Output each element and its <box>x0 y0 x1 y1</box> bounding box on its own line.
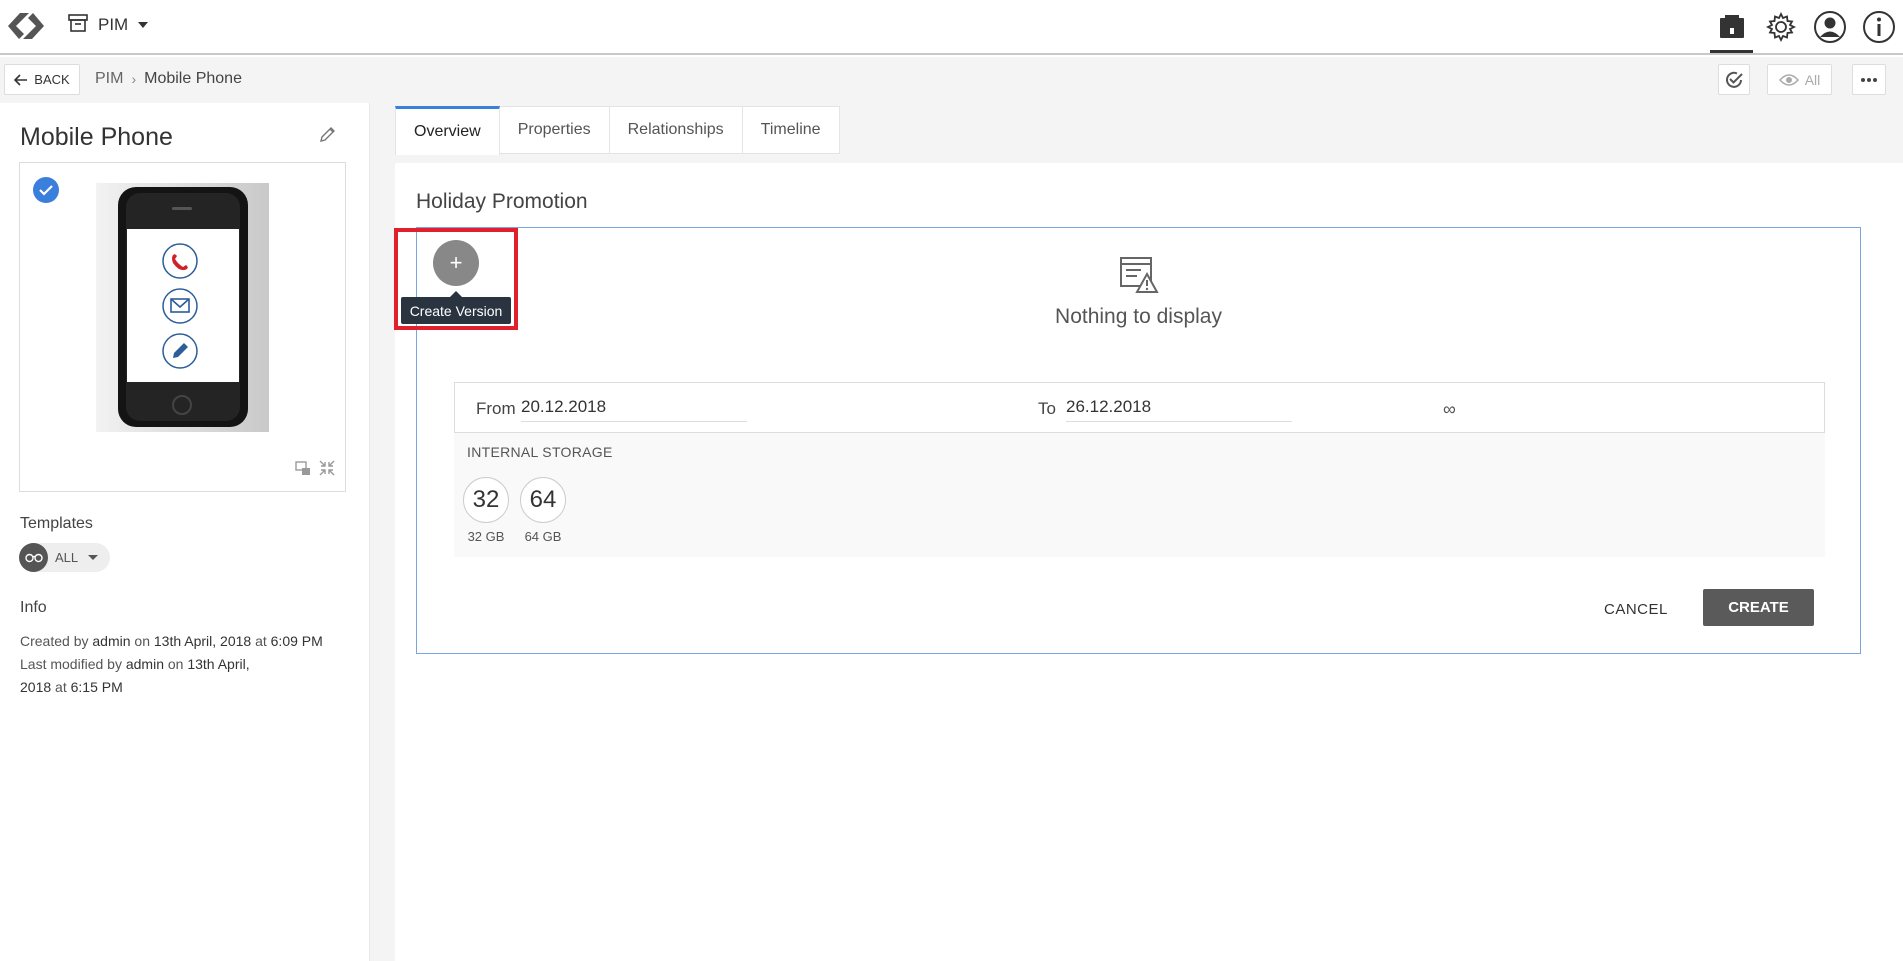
internal-storage-label: INTERNAL STORAGE <box>467 444 613 460</box>
modified-by: admin <box>125 656 164 672</box>
breadcrumb-current: Mobile Phone <box>144 70 242 87</box>
date-range-row: From 20.12.2018 To 26.12.2018 ∞ <box>454 382 1825 433</box>
view-all-label: All <box>1804 71 1821 88</box>
product-image[interactable] <box>96 183 269 432</box>
templates-dropdown[interactable]: ALL <box>19 543 110 572</box>
create-version-button[interactable]: + <box>433 240 479 286</box>
created-line: Created by admin on 13th April, 2018 at … <box>20 630 350 653</box>
back-button[interactable]: BACK <box>4 64 80 95</box>
section-title: Holiday Promotion <box>416 190 588 213</box>
to-label: To <box>1038 399 1056 418</box>
chevron-right-icon: › <box>131 71 137 87</box>
breadcrumb: PIM › Mobile Phone <box>95 70 242 88</box>
arrow-left-icon <box>14 73 28 86</box>
pencil-edit-icon[interactable] <box>319 125 337 148</box>
empty-state: Nothing to display <box>417 256 1860 329</box>
to-date-input[interactable]: 26.12.2018 <box>1066 397 1292 422</box>
link-asset-icon[interactable] <box>295 460 311 481</box>
created-on-word: on <box>134 633 150 649</box>
created-at-word: at <box>255 633 267 649</box>
modified-line: Last modified by admin on 13th April, <box>20 653 350 676</box>
templates-value: ALL <box>55 550 79 565</box>
modified-year: 2018 <box>20 679 52 695</box>
more-dots-icon <box>1861 77 1877 82</box>
from-date-input[interactable]: 20.12.2018 <box>521 397 747 422</box>
user-avatar-icon[interactable] <box>1805 0 1854 53</box>
modified-prefix: Last modified by <box>20 656 122 672</box>
check-badge-button[interactable] <box>1718 64 1750 95</box>
chevron-down-icon <box>138 22 149 28</box>
created-date: 13th April, 2018 <box>153 633 252 649</box>
modified-line-2: 2018 at 6:15 PM <box>20 676 350 699</box>
create-version-tooltip: Create Version <box>401 291 511 324</box>
settings-gear-icon[interactable] <box>1756 0 1805 53</box>
module-label: PIM <box>98 15 129 34</box>
glasses-icon <box>19 543 48 572</box>
plus-icon: + <box>449 250 463 275</box>
eye-icon <box>1778 73 1799 86</box>
image-tools <box>295 460 335 481</box>
modified-time: 6:15 PM <box>70 679 123 695</box>
created-prefix: Created by <box>20 633 89 649</box>
storage-option-32[interactable]: 32 32 GB <box>463 477 509 544</box>
collapse-arrows-icon[interactable] <box>319 460 335 481</box>
modified-at-word: at <box>55 679 67 695</box>
breadcrumb-bar: BACK PIM › Mobile Phone All <box>0 57 1903 103</box>
empty-state-text: Nothing to display <box>1055 305 1222 328</box>
created-time: 6:09 PM <box>270 633 323 649</box>
tab-bar: Overview Properties Relationships Timeli… <box>395 106 840 155</box>
tab-properties[interactable]: Properties <box>499 106 610 154</box>
modified-on-word: on <box>167 656 184 672</box>
created-by: admin <box>92 633 131 649</box>
modified-date: 13th April, <box>187 656 250 672</box>
tab-relationships[interactable]: Relationships <box>609 106 743 154</box>
templates-label: Templates <box>20 515 93 532</box>
tab-overview[interactable]: Overview <box>395 106 500 155</box>
module-switcher[interactable]: PIM <box>68 12 149 38</box>
chevron-down-icon <box>88 555 99 560</box>
check-circle-icon <box>1726 71 1743 88</box>
product-image-box <box>19 162 346 492</box>
archive-box-icon <box>68 13 88 37</box>
product-title: Mobile Phone <box>20 123 173 151</box>
create-button[interactable]: CREATE <box>1703 589 1814 626</box>
product-sidebar: Mobile Phone Templates ALL Info Created … <box>0 103 370 961</box>
info-details: Created by admin on 13th April, 2018 at … <box>20 630 350 699</box>
infinity-icon[interactable]: ∞ <box>1443 399 1456 420</box>
top-bar: PIM <box>0 0 1903 55</box>
empty-list-warning-icon <box>1119 256 1159 299</box>
view-all-button[interactable]: All <box>1767 64 1832 95</box>
version-editor: Nothing to display From 20.12.2018 To 26… <box>416 227 1861 654</box>
top-icon-group <box>1707 0 1903 53</box>
app-logo-icon[interactable] <box>2 4 50 48</box>
checkmark-icon[interactable] <box>33 177 59 203</box>
storage-option-value: 64 <box>520 477 566 523</box>
info-label: Info <box>20 599 47 616</box>
info-icon[interactable] <box>1854 0 1903 53</box>
more-options-button[interactable] <box>1852 64 1886 95</box>
storage-option-value: 32 <box>463 477 509 523</box>
cancel-button[interactable]: CANCEL <box>1604 594 1668 624</box>
archive-icon[interactable] <box>1707 0 1756 53</box>
storage-option-caption: 64 GB <box>524 529 562 544</box>
back-label: BACK <box>34 72 70 87</box>
breadcrumb-pim[interactable]: PIM <box>95 70 123 88</box>
tab-timeline[interactable]: Timeline <box>742 106 840 154</box>
main-content: Overview Properties Relationships Timeli… <box>370 103 1903 961</box>
from-label: From <box>476 399 516 418</box>
internal-storage-section: INTERNAL STORAGE 32 32 GB 64 64 GB <box>454 433 1825 557</box>
overview-panel: Holiday Promotion Nothing to display Fro… <box>395 163 1903 961</box>
storage-option-caption: 32 GB <box>467 529 505 544</box>
storage-option-64[interactable]: 64 64 GB <box>520 477 566 544</box>
